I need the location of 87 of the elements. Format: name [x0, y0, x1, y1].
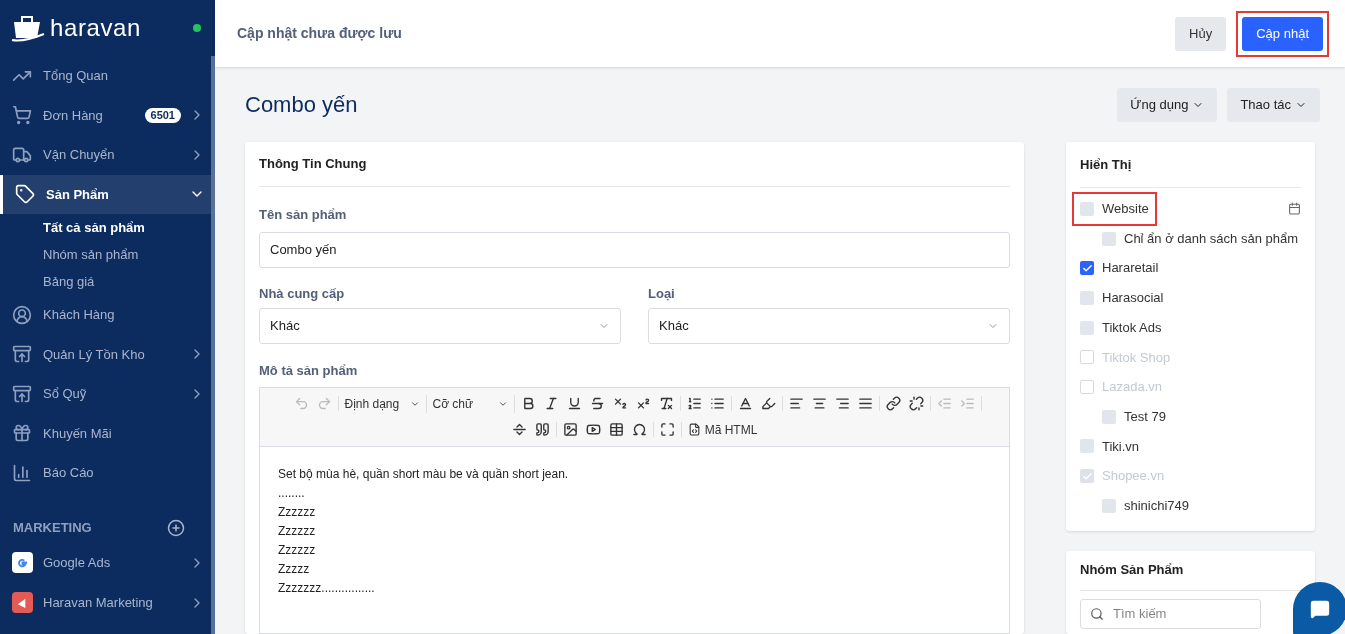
nav-subitem[interactable]: Bảng giá: [0, 268, 215, 295]
nav-item[interactable]: Báo Cáo: [0, 453, 215, 493]
dropdown-button[interactable]: Cỡ chữ: [426, 394, 515, 413]
nav-subitem[interactable]: Tất cả sản phẩm: [0, 214, 215, 241]
search-field[interactable]: Tìm kiếm: [1080, 598, 1261, 629]
action-dropdown-button[interactable]: Ứng dụng: [1117, 87, 1218, 122]
checkbox[interactable]: [1080, 290, 1094, 305]
rich-text-editor[interactable]: Định dạng Cỡ chữ Mã HTML Set bộ mùa hè, quần short màu be và quần short jean. ........ Zzzzzz Zzzzzz Zzzzzz Zzzzz Zzzzzzz................: [259, 386, 1010, 634]
card-title: Thông Tin Chung: [259, 155, 367, 174]
omega-icon[interactable]: [631, 422, 647, 437]
section-heading: MARKETING: [13, 518, 92, 537]
checkbox-option[interactable]: Website: [1072, 192, 1157, 226]
nav-subitem[interactable]: Nhóm sản phẩm: [0, 241, 215, 268]
google-logo-icon: [12, 552, 33, 573]
link-icon[interactable]: [885, 396, 901, 411]
box-icon: [12, 383, 32, 404]
bullet-list-icon[interactable]: [709, 396, 725, 411]
checkbox-option[interactable]: Tiki.vn: [1080, 436, 1140, 457]
highlight-icon[interactable]: [760, 396, 776, 411]
nav-item[interactable]: Sổ Quỹ: [0, 374, 215, 414]
video-icon[interactable]: [585, 422, 601, 437]
quote-icon[interactable]: [534, 422, 550, 437]
checkbox[interactable]: [1080, 439, 1094, 454]
fullscreen-icon[interactable]: [659, 422, 675, 437]
nav-item[interactable]: Đơn Hàng 6501: [0, 95, 215, 135]
horizontal-rule-icon[interactable]: [511, 422, 527, 437]
align-right-icon[interactable]: [834, 396, 850, 411]
align-center-icon[interactable]: [811, 396, 827, 411]
card-title: Nhóm Sản Phẩm: [1080, 561, 1184, 580]
nav-item[interactable]: Vận Chuyển: [0, 135, 215, 175]
logo-text: haravan: [50, 13, 141, 43]
unlink-icon[interactable]: [908, 396, 924, 411]
add-icon[interactable]: [167, 518, 185, 537]
image-icon[interactable]: [562, 422, 578, 437]
field-label: Nhà cung cấp: [259, 284, 346, 303]
justify-icon[interactable]: [857, 396, 873, 411]
checkbox[interactable]: [1080, 201, 1094, 216]
input-field[interactable]: Combo yến: [259, 231, 1010, 268]
checkbox-option[interactable]: Tiktok Ads: [1080, 317, 1162, 338]
checkbox-option[interactable]: Chỉ ẩn ở danh sách sản phẩm: [1080, 223, 1301, 254]
search-icon: [1090, 606, 1104, 621]
nav-item[interactable]: Khuyến Mãi: [0, 413, 215, 453]
gift-icon: [12, 423, 32, 444]
chat-button[interactable]: [1293, 582, 1345, 634]
table-icon[interactable]: [608, 422, 624, 437]
box-icon: [12, 344, 32, 365]
action-dropdown-button[interactable]: Thao tác: [1227, 87, 1320, 122]
chat-icon: [1310, 599, 1330, 619]
align-left-icon[interactable]: [788, 396, 804, 411]
nav-item[interactable]: Google Ads: [0, 542, 215, 583]
dropdown-button[interactable]: Định dạng: [338, 394, 427, 413]
editor-content: Set bộ mùa hè, quần short màu be và quần short jean. ........ Zzzzzz Zzzzzz Zzzzzz Zzzzz Zzzzzzz................: [277, 465, 570, 597]
checkbox[interactable]: [1080, 261, 1094, 276]
select-field[interactable]: Khác: [648, 308, 1010, 344]
html-button[interactable]: Mã HTML: [681, 420, 764, 439]
checkbox-option[interactable]: Hararetail: [1080, 258, 1159, 278]
clear-format-icon[interactable]: [658, 396, 674, 411]
cancel-button[interactable]: Hủy: [1175, 16, 1227, 51]
cart-icon: [12, 105, 32, 126]
scrollbar[interactable]: [211, 56, 215, 634]
numbered-list-icon[interactable]: [686, 396, 702, 411]
code-file-icon: [687, 423, 701, 436]
update-button[interactable]: Cập nhật: [1242, 16, 1323, 51]
user-circle-icon: [12, 304, 32, 325]
superscript-icon[interactable]: [635, 396, 651, 411]
checkbox[interactable]: [1102, 231, 1116, 246]
subscript-icon[interactable]: [612, 396, 628, 411]
field-label: Tên sản phẩm: [259, 206, 348, 224]
bar-chart-icon: [12, 462, 32, 483]
card-title: Hiển Thị: [1080, 155, 1132, 174]
field-label: Mô tả sản phẩm: [259, 362, 359, 380]
checkbox-option[interactable]: Harasocial: [1080, 288, 1164, 308]
unsaved-title: Cập nhật chưa được lưu: [237, 24, 402, 43]
nav-item[interactable]: Haravan Marketing: [0, 582, 215, 623]
text-color-icon[interactable]: [737, 396, 753, 411]
checkbox[interactable]: [1080, 320, 1094, 335]
nav-item[interactable]: Quản Lý Tồn Kho: [0, 334, 215, 374]
strikethrough-icon[interactable]: [589, 396, 605, 411]
italic-icon[interactable]: [543, 396, 559, 411]
nav-item[interactable]: Tổng Quan: [0, 56, 215, 96]
underline-icon[interactable]: [566, 396, 582, 411]
field-label: Loại: [648, 284, 676, 303]
nav-item[interactable]: Khách Hàng: [0, 295, 215, 335]
count-badge: 6501: [144, 107, 181, 123]
tag-icon: [15, 184, 35, 205]
page-title: Combo yến: [245, 91, 358, 119]
select-field[interactable]: Khác: [259, 308, 621, 344]
